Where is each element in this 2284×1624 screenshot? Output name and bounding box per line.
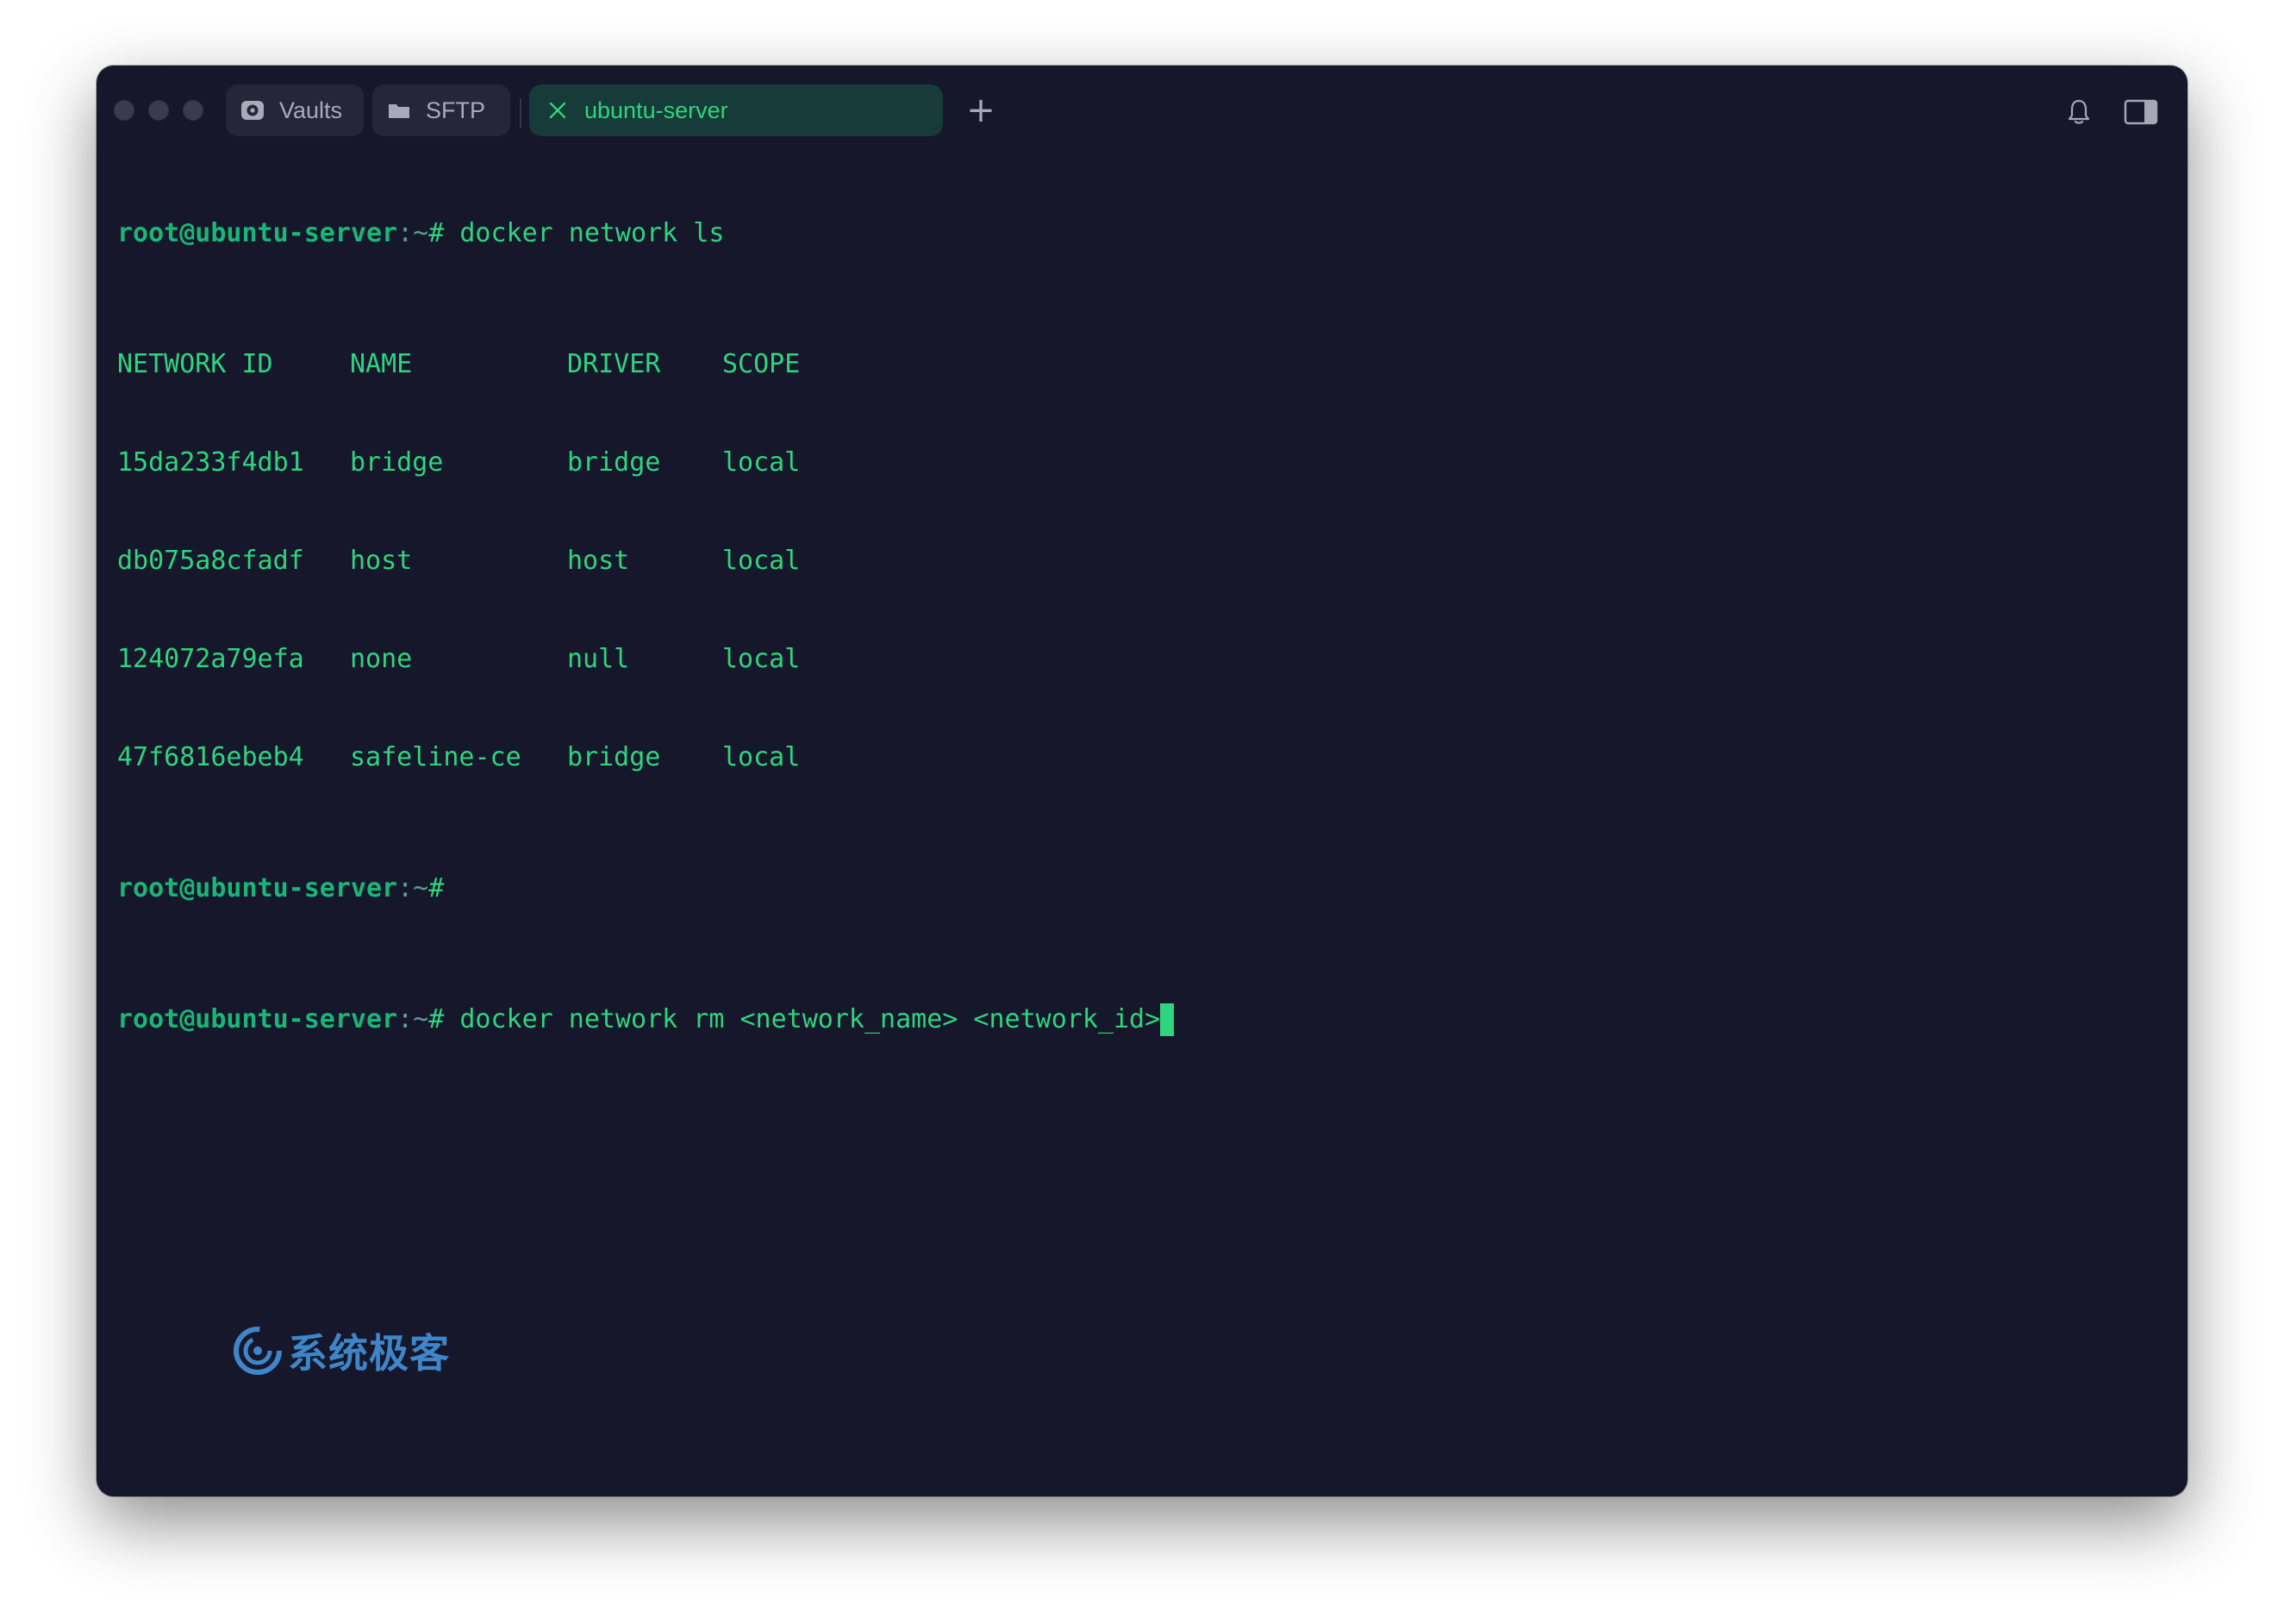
table-cell: bridge <box>567 742 661 772</box>
prompt-path: :~ <box>397 218 429 248</box>
prompt-user: root@ubuntu-server <box>117 873 398 903</box>
table-cell: host <box>350 546 413 576</box>
table-cell: safeline-ce <box>350 742 521 772</box>
tab-label: SFTP <box>426 97 486 123</box>
table-row: 15da233f4db1 bridge bridge local <box>117 447 1174 479</box>
table-cell: local <box>722 447 801 478</box>
table-row: 124072a79efa none null local <box>117 643 1174 676</box>
table-cell: 47f6816ebeb4 <box>117 742 304 772</box>
header-cell: DRIVER <box>567 349 661 379</box>
minimize-window-button[interactable] <box>148 100 169 121</box>
tab-label: Vaults <box>279 97 343 123</box>
prompt-path: :~ <box>397 1004 429 1034</box>
prompt-symbol: # <box>428 873 445 903</box>
close-window-button[interactable] <box>114 100 134 121</box>
command-text: docker network rm <network_name> <networ… <box>444 1004 1161 1034</box>
watermark-text: 系统极客 <box>288 1330 450 1377</box>
sidebar-toggle-icon[interactable] <box>2124 98 2158 126</box>
table-cell: 124072a79efa <box>117 644 304 674</box>
table-cell: host <box>567 546 630 576</box>
terminal-cursor <box>1160 1003 1175 1036</box>
terminal-window: Vaults SFTP ubuntu-server + root@ubuntu-… <box>97 66 2187 1496</box>
table-row: db075a8cfadf host host local <box>117 545 1174 578</box>
table-cell: local <box>722 644 801 674</box>
zoom-window-button[interactable] <box>183 100 203 121</box>
terminal-line: root@ubuntu-server:~# <box>117 872 1174 905</box>
table-cell: null <box>567 644 630 674</box>
prompt-path: :~ <box>397 873 429 903</box>
table-cell: local <box>722 742 801 772</box>
vault-icon <box>238 96 267 125</box>
header-cell: NAME <box>350 349 413 379</box>
prompt-symbol: # <box>428 218 445 248</box>
table-cell: bridge <box>567 447 661 478</box>
table-cell: local <box>722 546 801 576</box>
close-icon[interactable] <box>543 96 572 125</box>
tab-separator <box>520 98 521 128</box>
header-cell: NETWORK ID <box>117 349 273 379</box>
table-cell: bridge <box>350 447 444 478</box>
terminal-line: root@ubuntu-server:~# docker network rm … <box>117 1003 1175 1036</box>
table-cell: none <box>350 644 413 674</box>
watermark-logo: 系统极客 <box>231 1322 450 1379</box>
tab-vaults[interactable]: Vaults <box>226 84 364 136</box>
table-header: NETWORK ID NAME DRIVER SCOPE <box>117 348 1174 381</box>
header-cell: SCOPE <box>722 349 801 379</box>
folder-icon <box>384 96 414 125</box>
command-text: docker network ls <box>444 218 725 248</box>
tab-label: ubuntu-server <box>584 97 728 123</box>
table-cell: 15da233f4db1 <box>117 447 304 478</box>
prompt-user: root@ubuntu-server <box>117 1004 398 1034</box>
bell-icon[interactable] <box>2063 97 2094 128</box>
tab-ubuntu-server[interactable]: ubuntu-server <box>529 84 943 136</box>
tab-sftp[interactable]: SFTP <box>372 84 510 136</box>
table-row: 47f6816ebeb4 safeline-ce bridge local <box>117 741 1174 774</box>
prompt-symbol: # <box>428 1004 445 1034</box>
swirl-logo-icon <box>234 1327 282 1375</box>
prompt-user: root@ubuntu-server <box>117 218 398 248</box>
terminal-line: root@ubuntu-server:~# docker network ls <box>117 217 1174 250</box>
table-cell: db075a8cfadf <box>117 546 304 576</box>
title-bar: Vaults SFTP ubuntu-server + <box>97 66 2187 155</box>
new-tab-button[interactable]: + <box>962 91 1000 129</box>
terminal-output[interactable]: root@ubuntu-server:~# docker network ls … <box>117 152 1175 1102</box>
